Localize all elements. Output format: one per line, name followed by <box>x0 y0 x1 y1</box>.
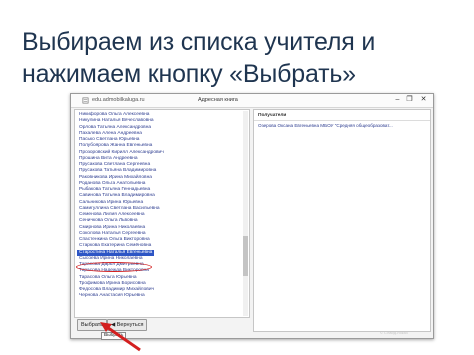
pointer-arrow-icon <box>100 322 141 352</box>
watermark: © Слайд-показ <box>380 330 408 335</box>
